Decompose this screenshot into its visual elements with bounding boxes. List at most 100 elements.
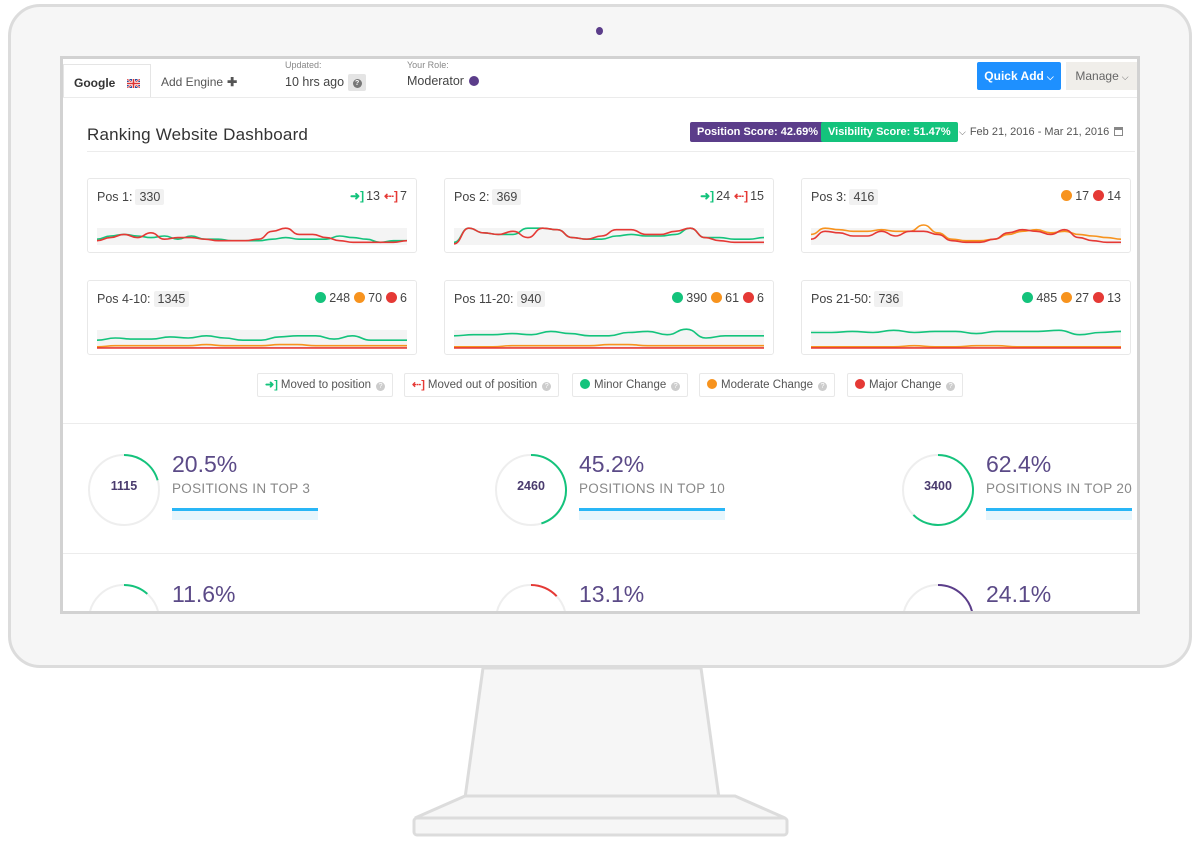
- quick-add-label: Quick Add: [984, 69, 1044, 83]
- kpi-bar-area: [172, 511, 318, 520]
- stat-value: 13: [366, 189, 380, 203]
- kpi-percent: 24.1%: [986, 581, 1052, 607]
- legend-item[interactable]: Major Change?: [847, 373, 964, 397]
- stat-value: 485: [1036, 291, 1058, 305]
- stat-value: 15: [750, 189, 764, 203]
- manage-button[interactable]: Manage ⌵: [1066, 62, 1137, 90]
- add-engine-button[interactable]: Add Engine ✚: [161, 75, 237, 89]
- progress-ring-arc: [937, 584, 973, 611]
- legend-label: Moved to position: [280, 379, 372, 391]
- card-stats: 485 27 13: [1018, 291, 1121, 305]
- sparkline-band: [454, 228, 764, 245]
- tab-google-label: Google: [74, 76, 116, 90]
- help-icon[interactable]: ?: [348, 74, 367, 91]
- help-icon[interactable]: ?: [542, 382, 552, 391]
- kpi-bar-line: [172, 508, 318, 511]
- position-card[interactable]: Pos 4-10: 1345 248 70 6: [87, 280, 417, 355]
- chevron-down-icon: ⌵: [1046, 72, 1054, 82]
- kpi-percent: 11.6%: [172, 581, 236, 607]
- stat-value: 27: [1075, 291, 1090, 305]
- sparkline-chart: [97, 227, 407, 245]
- card-label-text: Pos 3:: [811, 190, 847, 204]
- card-label: Pos 4-10: 1345: [97, 291, 190, 307]
- role-label: Your Role:: [407, 60, 449, 70]
- moved-out-icon: ⇠]: [383, 189, 399, 203]
- card-stats: 390 61 6: [668, 291, 764, 305]
- updated-label: Updated:: [285, 60, 322, 70]
- red-dot-icon: [1093, 292, 1105, 303]
- position-card[interactable]: Pos 3: 416 17 14: [801, 178, 1131, 253]
- help-icon[interactable]: ?: [376, 382, 386, 391]
- legend-item[interactable]: Minor Change?: [572, 373, 689, 397]
- progress-ring-arc: [123, 454, 159, 481]
- card-count: 330: [135, 189, 165, 205]
- green-dot-icon: [672, 292, 684, 303]
- legend-item[interactable]: ➜] Moved to position?: [257, 373, 394, 397]
- legend-item[interactable]: ⇠] Moved out of position?: [404, 373, 560, 397]
- help-icon[interactable]: ?: [818, 382, 828, 391]
- plus-icon: ✚: [227, 75, 238, 89]
- kpi-percent: 45.2%: [579, 451, 645, 477]
- section-divider: [63, 423, 1137, 424]
- sparkline-chart: [454, 328, 764, 349]
- uk-flag-icon: [126, 79, 140, 88]
- kpi-bar-line: [579, 508, 725, 511]
- moved-in-icon: ➜]: [350, 189, 365, 203]
- card-label-text: Pos 21-50:: [811, 292, 872, 306]
- card-label-text: Pos 4-10:: [97, 292, 151, 306]
- progress-ring-arc: [530, 584, 558, 597]
- help-icon[interactable]: ?: [671, 382, 681, 391]
- orange-dot-icon: [354, 292, 366, 303]
- stat-value: 14: [1107, 189, 1121, 203]
- position-score-badge: Position Score: 42.69%: [690, 122, 826, 142]
- top-bar: Google Add Engine ✚ Updated: 10 hrs ago? …: [63, 59, 1137, 98]
- kpi-stat: 11.6%: [87, 581, 427, 611]
- kpi-stat: 2460 45.2% POSITIONS IN TOP 10: [494, 451, 834, 531]
- legend-item[interactable]: Moderate Change?: [699, 373, 836, 397]
- moved-in-icon: ➜]: [700, 189, 715, 203]
- manage-label: Manage: [1075, 69, 1119, 83]
- position-card[interactable]: Pos 1: 330 ➜] 13 ⇠] 7: [87, 178, 417, 253]
- progress-ring-arc: [123, 584, 148, 595]
- orange-series-line: [97, 343, 407, 348]
- position-card[interactable]: Pos 11-20: 940 390 61 6: [444, 280, 774, 355]
- kpi-caption: POSITIONS IN TOP 3: [172, 481, 311, 496]
- stat-value: 70: [368, 291, 383, 305]
- red-dot-icon: [386, 292, 398, 303]
- quick-add-button[interactable]: Quick Add ⌵: [977, 62, 1061, 90]
- position-card[interactable]: Pos 21-50: 736 485 27 13: [801, 280, 1131, 355]
- add-engine-label: Add Engine: [161, 75, 224, 89]
- role-name: Moderator: [407, 74, 464, 88]
- kpi-caption: POSITIONS IN TOP 20: [986, 481, 1132, 496]
- date-range-picker[interactable]: ⌵ Feb 21, 2016 - Mar 21, 2016: [959, 126, 1124, 138]
- kpi-stat: 24.1%: [901, 581, 1137, 611]
- camera-icon: [596, 27, 603, 35]
- card-stats: ➜] 13 ⇠] 7: [346, 189, 407, 203]
- chevron-down-icon: ⌵: [959, 127, 966, 137]
- help-icon[interactable]: ?: [946, 382, 956, 391]
- card-stats: ➜] 24 ⇠] 15: [696, 189, 764, 203]
- card-count: 1345: [153, 291, 190, 307]
- sparkline-chart: [811, 329, 1121, 349]
- kpi-percent: 62.4%: [986, 451, 1052, 477]
- sparkline-chart: [811, 224, 1121, 245]
- stat-value: 17: [1075, 189, 1090, 203]
- stat-value: 248: [329, 291, 351, 305]
- date-range-text: Feb 21, 2016 - Mar 21, 2016: [969, 126, 1110, 138]
- card-count: 940: [516, 291, 546, 307]
- position-card[interactable]: Pos 2: 369 ➜] 24 ⇠] 15: [444, 178, 774, 253]
- stat-value: 6: [757, 291, 764, 305]
- progress-ring: [89, 584, 159, 611]
- section-divider: [63, 553, 1137, 554]
- kpi-stat: 3400 62.4% POSITIONS IN TOP 20: [901, 451, 1137, 531]
- orange-dot-icon: [711, 292, 723, 303]
- card-label: Pos 21-50: 736: [811, 291, 904, 307]
- red-dot-icon: [743, 292, 755, 303]
- progress-ring: [496, 584, 566, 611]
- stat-value: 390: [686, 291, 708, 305]
- progress-ring: [903, 584, 973, 611]
- kpi-percent: 20.5%: [172, 451, 238, 477]
- role-dot-icon: [468, 76, 479, 86]
- updated-value: 10 hrs ago?: [285, 74, 367, 91]
- tab-google[interactable]: Google: [63, 64, 151, 97]
